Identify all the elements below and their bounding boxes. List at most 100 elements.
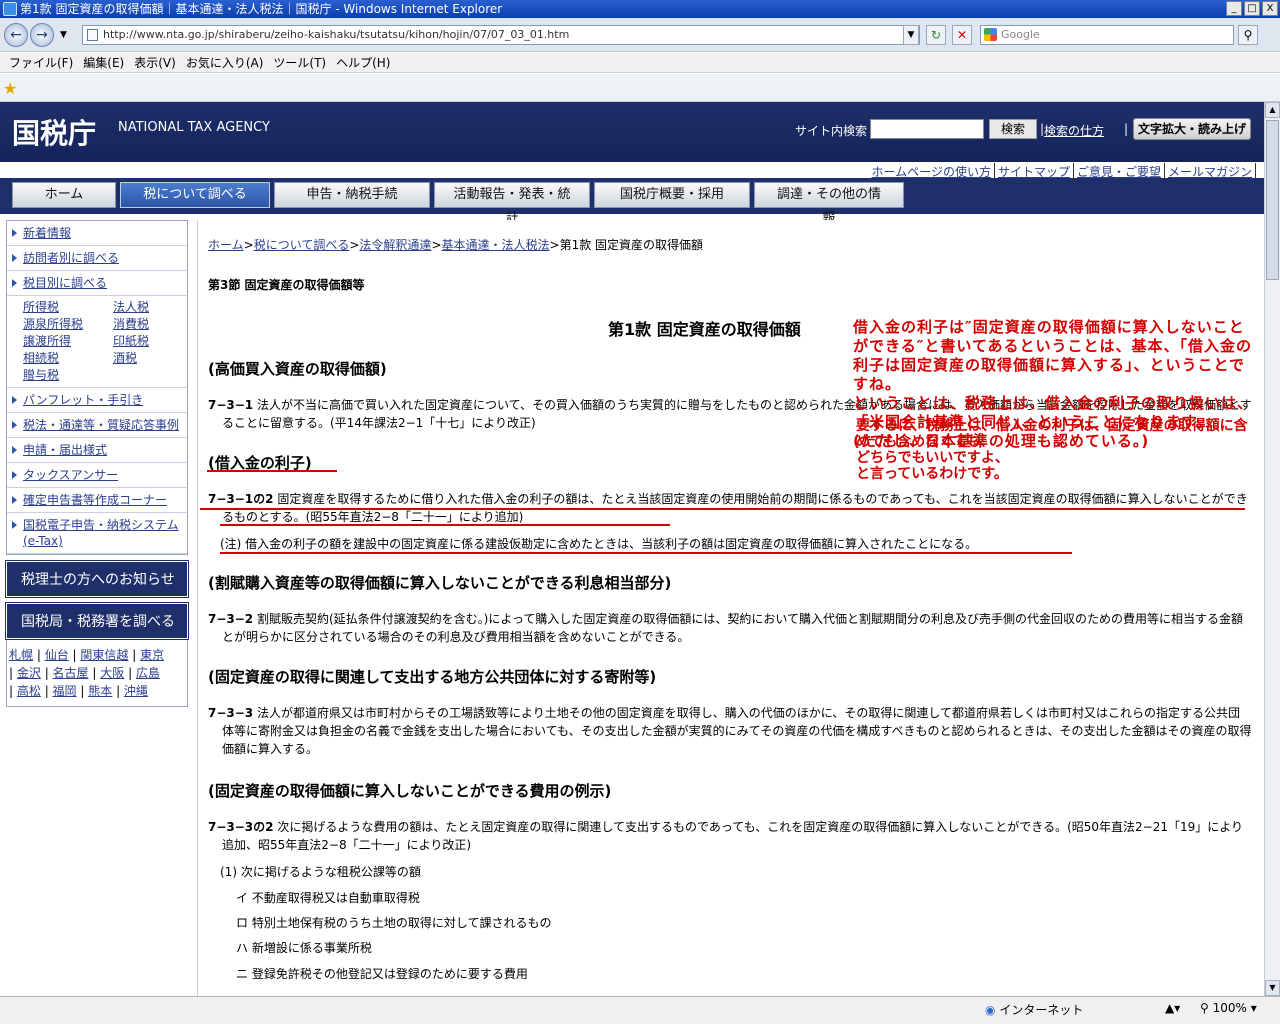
ie-icon xyxy=(3,2,17,16)
menu-favorites[interactable]: お気に入り(A) xyxy=(181,53,269,72)
site-logo-en: NATIONAL TAX AGENCY xyxy=(118,120,270,135)
sidebar-item-pamphlet[interactable]: パンフレット・手引き xyxy=(7,388,187,413)
nav-home[interactable]: ホーム xyxy=(12,182,116,208)
history-dropdown-icon[interactable]: ▼ xyxy=(60,30,67,40)
nav-tax-info[interactable]: 税について調べる xyxy=(120,182,270,208)
tax-link[interactable]: 法人税 xyxy=(113,299,193,316)
main-content: ホーム>税について調べる>法令解釈通達>基本通達・法人税法>第1款 固定資産の取… xyxy=(197,220,1264,996)
paragraph-7-3-3-2: 7−3−3の2 次に掲げるような費用の額は、たとえ固定資産の取得に関連して支出す… xyxy=(208,818,1252,854)
article-text: 法人が都道府県又は市町村からその工場誘致等により土地その他の固定資産を取得し、購… xyxy=(222,706,1252,756)
red-annotation-2: 要するに、税務上は、借入金の利子は、固定資産の取得額に含めても含めなくても、 ど… xyxy=(856,418,1260,482)
page-title: 第1款 固定資産の取得価額 xyxy=(608,320,801,339)
nav-agency[interactable]: 国税庁概要・採用 xyxy=(594,182,750,208)
city-link[interactable]: 大阪 xyxy=(100,666,124,680)
menu-tools[interactable]: ツール(T) xyxy=(268,53,331,72)
city-link[interactable]: 高松 xyxy=(17,684,41,698)
list-item: イ 不動産取得税又は自動車取得税 xyxy=(236,891,420,905)
list-item: ニ 登録免許税その他登記又は登録のために要する費用 xyxy=(236,967,528,981)
sub-heading: (1) 次に掲げるような租税公課等の額 xyxy=(220,865,421,879)
sidebar-item-taxanswer[interactable]: タックスアンサー xyxy=(7,463,187,488)
underline-mark xyxy=(207,470,337,472)
sidebar-item-law[interactable]: 税法・通達等・質疑応答事例 xyxy=(7,413,187,438)
annotation-line: 要するに、税務上は、借入金の利子は、固定資産の取得額に含めても含めなくても、 xyxy=(856,418,1248,450)
scroll-up-icon[interactable]: ▲ xyxy=(1265,102,1280,118)
search-help-link[interactable]: 検索の仕方 xyxy=(1044,122,1104,139)
section-title: 第3節 固定資産の取得価額等 xyxy=(208,278,365,292)
google-icon xyxy=(984,28,997,41)
sidebar-item-taxtype[interactable]: 税目別に調べる xyxy=(7,271,187,296)
city-link[interactable]: 金沢 xyxy=(17,666,41,680)
forward-button[interactable]: → xyxy=(30,23,54,47)
stop-button[interactable]: ✕ xyxy=(952,25,972,45)
tax-link[interactable]: 相続税 xyxy=(23,350,113,367)
address-dropdown-button[interactable]: ▼ xyxy=(903,25,919,45)
refresh-button[interactable]: ↻ xyxy=(926,25,946,45)
breadcrumb: ホーム>税について調べる>法令解釈通達>基本通達・法人税法>第1款 固定資産の取… xyxy=(208,238,704,252)
search-icon[interactable]: ⚲ xyxy=(1238,25,1258,45)
heading: (高価買入資産の取得価額) xyxy=(208,360,387,378)
tax-office-banner[interactable]: 国税局・税務署を調べる xyxy=(5,602,189,640)
maximize-button[interactable]: □ xyxy=(1244,1,1260,16)
menu-bar: ファイル(F) 編集(E) 表示(V) お気に入り(A) ツール(T) ヘルプ(… xyxy=(0,53,1280,73)
menu-edit[interactable]: 編集(E) xyxy=(78,53,129,72)
site-search-input[interactable] xyxy=(870,119,984,139)
zone-label: インターネット xyxy=(999,1003,1084,1017)
tax-link[interactable]: 消費税 xyxy=(113,316,193,333)
city-link[interactable]: 沖縄 xyxy=(124,684,148,698)
sidebar-item-etax[interactable]: 国税電子申告・納税システム(e-Tax) xyxy=(7,513,187,554)
favorites-star-icon[interactable]: ★ xyxy=(3,79,17,98)
tax-link[interactable]: 印紙税 xyxy=(113,333,193,350)
city-link[interactable]: 東京 xyxy=(140,648,164,662)
tax-link[interactable]: 所得税 xyxy=(23,299,113,316)
menu-view[interactable]: 表示(V) xyxy=(129,53,181,72)
nav-filing[interactable]: 申告・納税手続 xyxy=(274,182,430,208)
vertical-scrollbar[interactable]: ▲ ▼ xyxy=(1264,102,1280,996)
city-link[interactable]: 関東信越 xyxy=(80,648,128,662)
city-link[interactable]: 札幌 xyxy=(9,648,33,662)
minimize-button[interactable]: _ xyxy=(1226,1,1242,16)
sidebar-menu: 新着情報 訪問者別に調べる 税目別に調べる 所得税 法人税 源泉所得税 消費税 … xyxy=(6,220,188,555)
tax-accountant-banner[interactable]: 税理士の方へのお知らせ xyxy=(5,560,189,598)
tax-type-grid: 所得税 法人税 源泉所得税 消費税 譲渡所得 印紙税 相続税 酒税 贈与税 xyxy=(7,296,187,388)
tax-link[interactable]: 源泉所得税 xyxy=(23,316,113,333)
breadcrumb-link[interactable]: 税について調べる xyxy=(254,238,350,252)
page-viewport: 国税庁 NATIONAL TAX AGENCY サイト内検索 検索 | 検索の仕… xyxy=(0,102,1264,996)
scroll-down-icon[interactable]: ▼ xyxy=(1265,980,1280,996)
address-toolbar: ← → ▼ http://www.nta.go.jp/shiraberu/zei… xyxy=(0,18,1280,52)
back-button[interactable]: ← xyxy=(4,23,28,47)
nav-reports[interactable]: 活動報告・発表・統計 xyxy=(434,182,590,226)
scroll-thumb[interactable] xyxy=(1266,120,1279,280)
breadcrumb-link[interactable]: ホーム xyxy=(208,238,244,252)
breadcrumb-link[interactable]: 基本通達・法人税法 xyxy=(442,238,550,252)
sidebar-item-visitor[interactable]: 訪問者別に調べる xyxy=(7,246,187,271)
sidebar-item-forms[interactable]: 申請・届出様式 xyxy=(7,438,187,463)
menu-help[interactable]: ヘルプ(H) xyxy=(331,53,395,72)
search-input[interactable]: Google xyxy=(980,25,1234,45)
city-link[interactable]: 名古屋 xyxy=(53,666,89,680)
sidebar-item-news[interactable]: 新着情報 xyxy=(7,221,187,246)
annotation-line: と言っているわけです。 xyxy=(856,466,1008,482)
nav-procurement[interactable]: 調達・その他の情報 xyxy=(754,182,904,226)
annotation-line: 借入金の利子は″固定資産の取得価額に算入しないことができる″と書いてあるというこ… xyxy=(853,318,1253,393)
breadcrumb-link[interactable]: 法令解釈通達 xyxy=(359,238,431,252)
site-search-button[interactable]: 検索 xyxy=(989,119,1037,139)
underline-mark xyxy=(220,524,670,526)
page-icon xyxy=(87,29,98,41)
text-size-button[interactable]: 文字拡大・読み上げ xyxy=(1133,118,1251,140)
address-bar[interactable]: http://www.nta.go.jp/shiraberu/zeiho-kai… xyxy=(82,25,920,45)
city-link[interactable]: 熊本 xyxy=(88,684,112,698)
city-link[interactable]: 広島 xyxy=(136,666,160,680)
city-link[interactable]: 仙台 xyxy=(45,648,69,662)
site-logo[interactable]: 国税庁 xyxy=(12,112,96,152)
zoom-control[interactable]: ⚲ 100% ▾ xyxy=(1200,1001,1257,1015)
close-button[interactable]: X xyxy=(1262,1,1278,16)
arrow-left-icon: ← xyxy=(10,27,22,43)
menu-file[interactable]: ファイル(F) xyxy=(4,53,78,72)
window-title: 第1款 固定資産の取得価額｜基本通達・法人税法｜国税庁 - Windows In… xyxy=(20,2,503,16)
tax-link[interactable]: 酒税 xyxy=(113,350,193,367)
protected-mode-icon[interactable]: ▲▾ xyxy=(1165,1001,1180,1015)
sidebar-item-return-corner[interactable]: 確定申告書等作成コーナー xyxy=(7,488,187,513)
city-link[interactable]: 福岡 xyxy=(53,684,77,698)
tax-link[interactable]: 譲渡所得 xyxy=(23,333,113,350)
tax-link[interactable]: 贈与税 xyxy=(23,367,113,384)
